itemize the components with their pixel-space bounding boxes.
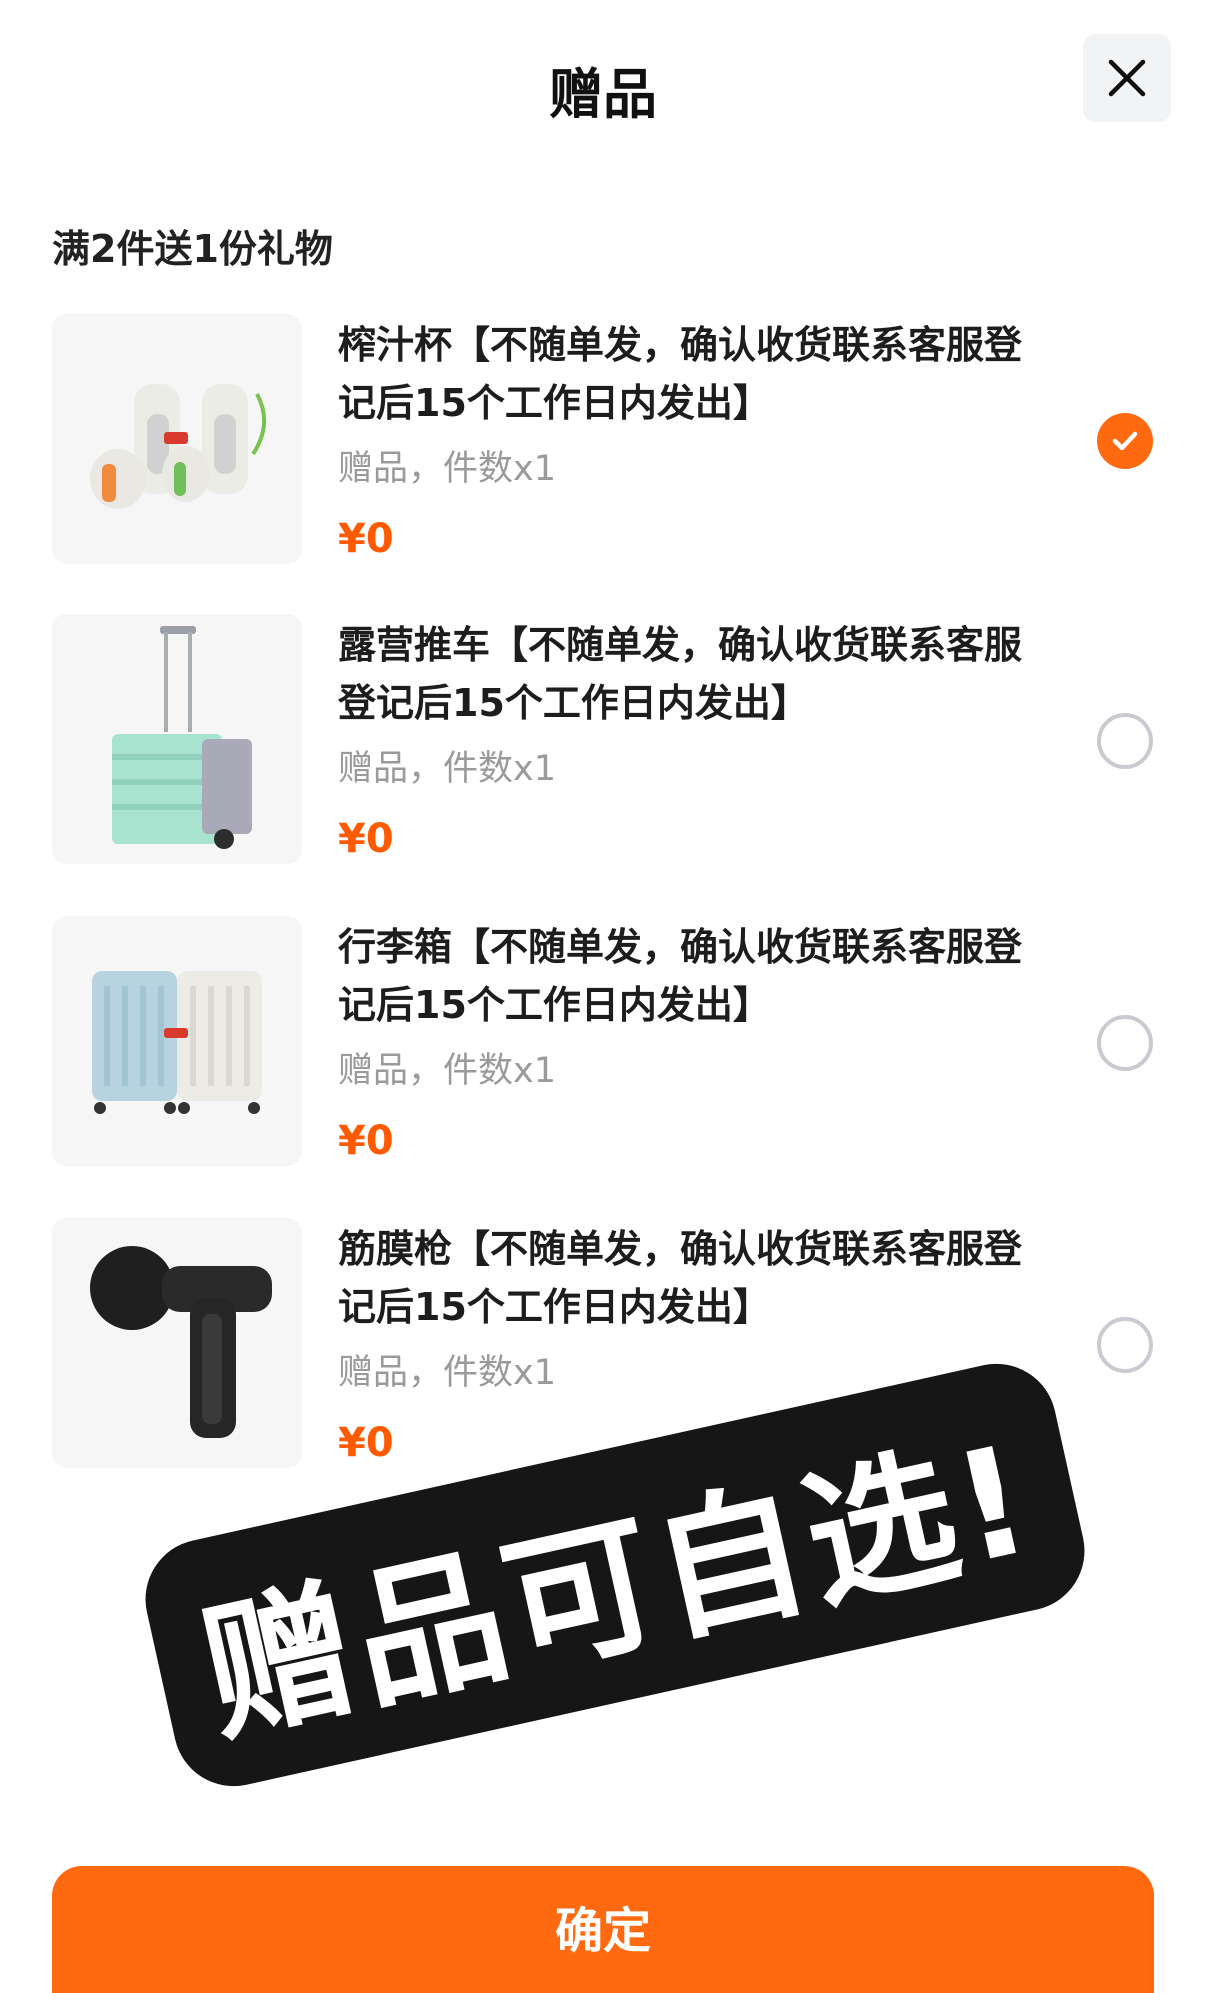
gift-meta: 赠品，件数x1 <box>338 1353 556 1393</box>
gift-price: ¥0 <box>338 516 394 562</box>
suitcase-image <box>52 916 302 1166</box>
page-title: 赠品 <box>549 63 657 126</box>
gift-meta: 赠品，件数x1 <box>338 449 556 489</box>
close-button[interactable] <box>1083 34 1171 122</box>
modal-header: 赠品 <box>0 0 1206 170</box>
gift-radio[interactable] <box>1097 1015 1153 1071</box>
promo-subtitle: 满2件送1份礼物 <box>52 227 333 271</box>
gift-radio[interactable] <box>1097 713 1153 769</box>
gift-price: ¥0 <box>338 1420 394 1466</box>
gift-item-juicer[interactable]: 榨汁杯【不随单发，确认收货联系客服登记后15个工作日内发出】 赠品，件数x1 ¥… <box>0 310 1206 570</box>
camping-cart-image <box>52 614 302 864</box>
gift-meta: 赠品，件数x1 <box>338 1051 556 1091</box>
gift-price: ¥0 <box>338 1118 394 1164</box>
close-icon <box>1108 59 1146 97</box>
confirm-button[interactable]: 确定 <box>52 1866 1154 1993</box>
gift-price: ¥0 <box>338 816 394 862</box>
gift-item-camping-cart[interactable]: 露营推车【不随单发，确认收货联系客服登记后15个工作日内发出】 赠品，件数x1 … <box>0 610 1206 870</box>
gift-name: 筋膜枪【不随单发，确认收货联系客服登记后15个工作日内发出】 <box>338 1227 1023 1329</box>
massage-gun-image <box>52 1218 302 1468</box>
juicer-cup-image <box>52 314 302 564</box>
gift-name: 行李箱【不随单发，确认收货联系客服登记后15个工作日内发出】 <box>338 925 1023 1027</box>
gift-item-suitcase[interactable]: 行李箱【不随单发，确认收货联系客服登记后15个工作日内发出】 赠品，件数x1 ¥… <box>0 912 1206 1172</box>
gift-radio[interactable] <box>1097 1317 1153 1373</box>
gift-name: 露营推车【不随单发，确认收货联系客服登记后15个工作日内发出】 <box>338 623 1023 725</box>
gift-name: 榨汁杯【不随单发，确认收货联系客服登记后15个工作日内发出】 <box>338 323 1023 425</box>
gift-radio-selected[interactable] <box>1097 413 1153 469</box>
confirm-label: 确定 <box>554 1903 651 1959</box>
gift-meta: 赠品，件数x1 <box>338 749 556 789</box>
checkmark-icon <box>1112 431 1138 451</box>
